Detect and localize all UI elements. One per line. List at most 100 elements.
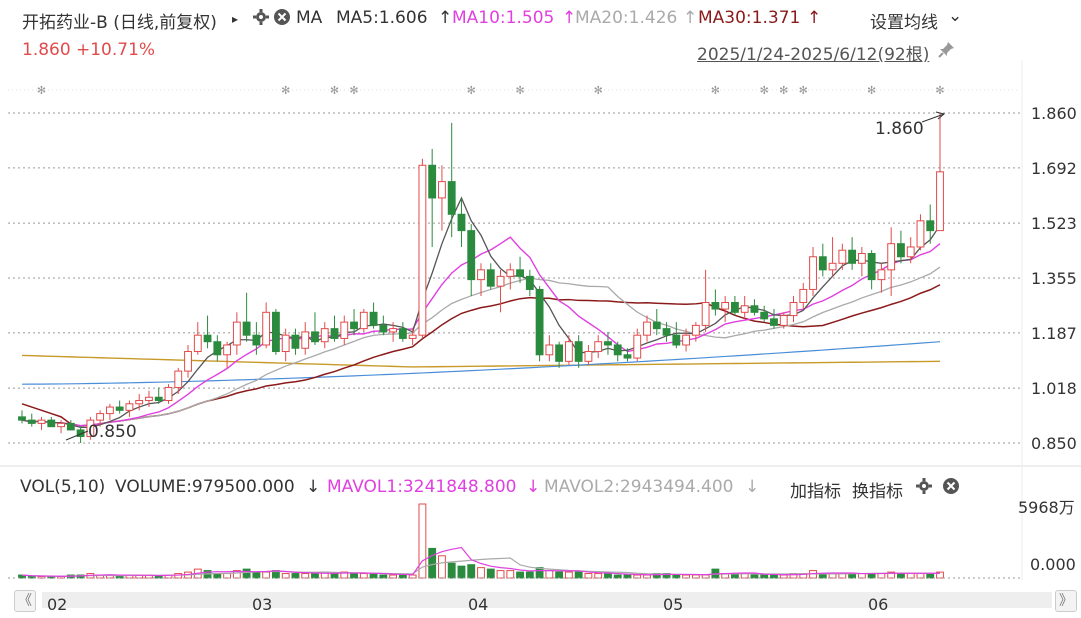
gear-icon[interactable] [252,8,270,31]
volume-bar [281,573,290,579]
candle-body [105,406,114,415]
candle-body [184,351,192,372]
ma5-line [21,196,941,428]
volume-bar [369,573,378,579]
candle-body [848,249,857,264]
indicator-gear-icon[interactable] [915,477,933,499]
volume-bar [262,571,271,579]
candle-body [906,246,915,258]
candle-body [535,288,544,356]
event-marker-icon: ✻ [799,84,808,97]
volume-value: VOLUME:979500.000 [115,477,295,497]
volume-bar [457,565,466,579]
last-price: 1.860 [22,40,71,60]
volume-bar [516,571,524,579]
mavol1-value: MAVOL1:3241848.800 [327,477,517,497]
event-marker-icon: ✻ [281,84,290,97]
candle-body [145,396,153,402]
scroll-left-button[interactable]: 《 [14,590,36,612]
event-marker-icon: ✻ [935,84,944,97]
candle-body [457,213,466,232]
scroll-right-button[interactable]: 》 [1055,590,1077,612]
candle-body [574,341,583,362]
candle-body [340,321,349,339]
volume-bar [350,573,358,579]
candle-body [154,396,163,402]
event-marker-icon: ✻ [467,84,476,97]
low-price-annotation: 0.850 [88,422,137,442]
volume-bar [174,573,183,579]
candle-body [232,321,241,346]
volume-bar [584,573,593,579]
candle-body [877,269,886,281]
pin-icon[interactable] [938,40,956,62]
event-marker-icon: ✻ [779,84,788,97]
volume-y-min: 0.000 [1030,555,1076,574]
candle-body [545,344,554,356]
candle-body [506,269,515,277]
y-tick-label: 0.850 [1031,434,1077,453]
expand-arrow-icon[interactable]: ▸ [232,12,238,26]
candle-body [135,400,144,405]
close-icon[interactable] [273,8,291,31]
event-marker-icon: ✻ [515,84,524,97]
candle-body [857,252,866,264]
x-tick-label: 02 [47,595,68,614]
mavol2-value: MAVOL2:2943494.400 [544,477,734,497]
candle-body [47,419,56,428]
stock-title: 开拓药业-B (日线,前复权) [22,13,217,33]
volume-bar [447,562,456,579]
candle-body [320,328,329,343]
candle-body [584,351,593,362]
candle-body [672,334,681,346]
volume-bar [477,567,485,579]
x-tick-label: 06 [868,595,889,614]
volume-bar [613,574,622,579]
mavol1-arrow-icon: ↓ [526,477,541,497]
candle-body [789,302,798,317]
switch-indicator-button[interactable]: 换指标 [852,477,903,502]
event-marker-icon: ✻ [594,84,603,97]
candle-body [96,413,105,421]
event-marker-icon: ✻ [867,84,876,97]
volume-bar [438,555,446,579]
event-marker-icon: ✻ [330,84,339,97]
date-range[interactable]: 2025/1/24-2025/6/12(92根) [697,40,929,65]
volume-bar [291,573,300,579]
volume-bar [545,570,554,579]
y-tick-label: 1.692 [1031,159,1077,178]
candle-body [828,262,837,271]
candle-body [213,341,222,356]
candle-body [398,328,407,339]
ma20-arrow-icon: ↑ [683,8,698,28]
ma30-arrow-icon: ↑ [807,8,822,28]
y-tick-label: 1.355 [1031,269,1077,288]
candle-body [662,328,671,336]
indicator-close-icon[interactable] [942,477,960,499]
candle-body [721,302,730,310]
volume-bar [564,571,573,579]
candle-body [330,328,339,339]
candle-body [516,269,524,277]
volume-bar [242,568,251,579]
add-indicator-button[interactable]: 加指标 [790,477,841,502]
candle-body [252,334,261,346]
candle-body [438,181,446,199]
ma10-value: MA10:1.505 [452,8,555,28]
chevron-down-icon[interactable]: ⌄ [948,6,962,26]
candle-body [311,331,319,343]
event-marker-icon: ✻ [760,84,769,97]
candle-body [125,403,134,411]
volume-bar [428,547,437,579]
candle-body [818,256,827,271]
volume-bar [916,573,925,579]
candle-body [936,171,944,232]
mavol2-arrow-icon: ↓ [745,477,760,497]
candle-body [418,164,427,336]
settings-ma-button[interactable]: 设置均线 [870,8,938,33]
ma20-value: MA20:1.426 [575,8,678,28]
time-scrollbar[interactable] [42,592,1052,608]
candlestick-chart[interactable]: ✻ ✻ ✻ ✻ ✻ ✻ ✻ ✻ ✻ ✻ ✻ ✻ ✻ [0,0,1081,618]
vol-label: VOL(5,10) [20,477,106,497]
candle-body [359,311,368,330]
